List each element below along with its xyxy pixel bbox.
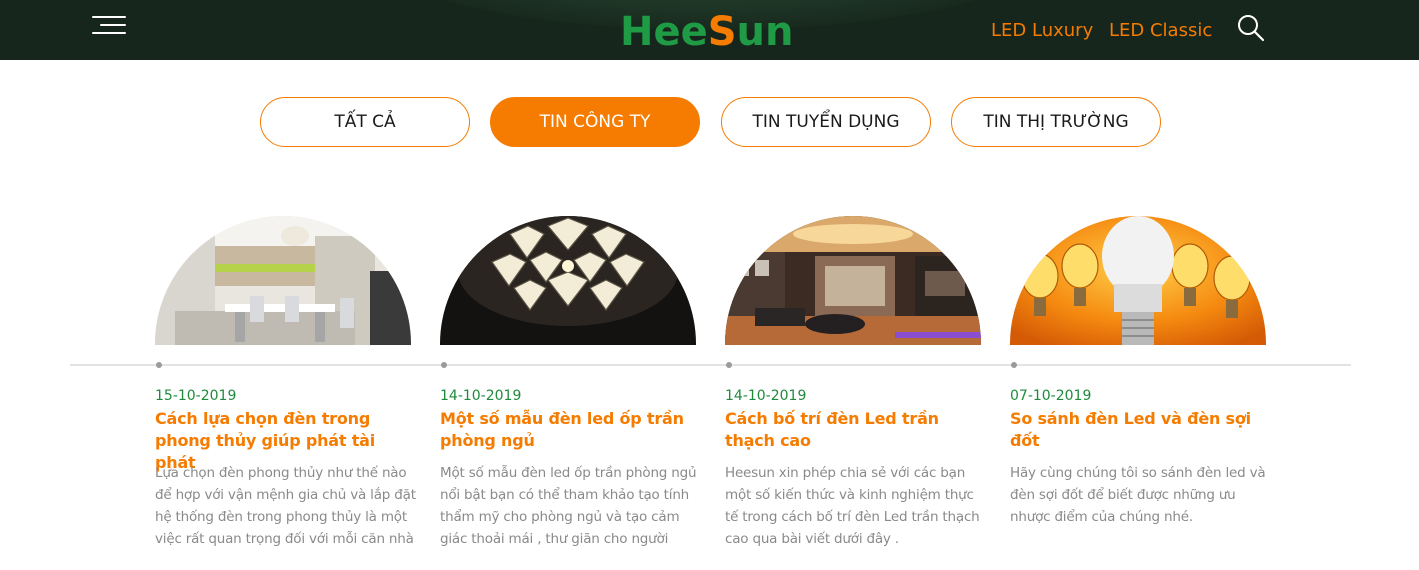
post-excerpt: Một số mẫu đèn led ốp trần phòng ngủ nổi…	[440, 465, 697, 547]
menu-line	[100, 24, 126, 26]
news-thumbnail-bulbs[interactable]	[1010, 216, 1266, 345]
menu-line	[92, 16, 126, 18]
post-title[interactable]: Cách bố trí đèn Led trần thạch cao	[725, 408, 987, 452]
post-date: 14-10-2019	[725, 388, 807, 404]
post-title[interactable]: So sánh đèn Led và đèn sợi đốt	[1010, 408, 1272, 452]
site-header: Hee Sun LED Luxury LED Classic	[0, 0, 1419, 60]
search-button[interactable]	[1236, 13, 1266, 43]
tab-market-news[interactable]: TIN THỊ TRƯỜNG	[951, 97, 1161, 147]
tab-all[interactable]: TẤT CẢ	[260, 97, 470, 147]
nav-led-luxury[interactable]: LED Luxury	[991, 20, 1093, 42]
post-excerpt: Heesun xin phép chia sẻ với các bạn một …	[725, 465, 980, 547]
logo-text-hee: Hee	[620, 9, 708, 55]
post-excerpt: Lựa chọn đèn phong thủy như thế nào để h…	[155, 465, 416, 547]
post-title[interactable]: Một số mẫu đèn led ốp trần phòng ngủ	[440, 408, 702, 452]
timeline-dot	[1011, 362, 1017, 368]
timeline-line	[70, 364, 1351, 366]
tab-recruitment-news[interactable]: TIN TUYỂN DỤNG	[721, 97, 931, 147]
post-date: 07-10-2019	[1010, 388, 1092, 404]
hamburger-menu-button[interactable]	[92, 14, 126, 38]
search-icon	[1238, 15, 1265, 42]
post-date: 14-10-2019	[440, 388, 522, 404]
tab-company-news[interactable]: TIN CÔNG TY	[490, 97, 700, 147]
brand-logo[interactable]: Hee Sun	[620, 10, 794, 54]
menu-line	[92, 32, 126, 34]
timeline-dot	[156, 362, 162, 368]
timeline-dot	[726, 362, 732, 368]
news-thumbnail-living-room[interactable]	[725, 216, 981, 345]
timeline-dot	[441, 362, 447, 368]
post-excerpt: Hãy cùng chúng tôi so sánh đèn led và đè…	[1010, 465, 1266, 525]
nav-led-classic[interactable]: LED Classic	[1109, 20, 1212, 42]
logo-text-s: S	[707, 9, 737, 55]
news-thumbnail-ceiling-light[interactable]	[440, 216, 696, 345]
post-date: 15-10-2019	[155, 388, 237, 404]
logo-text-un: un	[736, 9, 794, 55]
news-thumbnail-kitchen[interactable]	[155, 216, 411, 345]
